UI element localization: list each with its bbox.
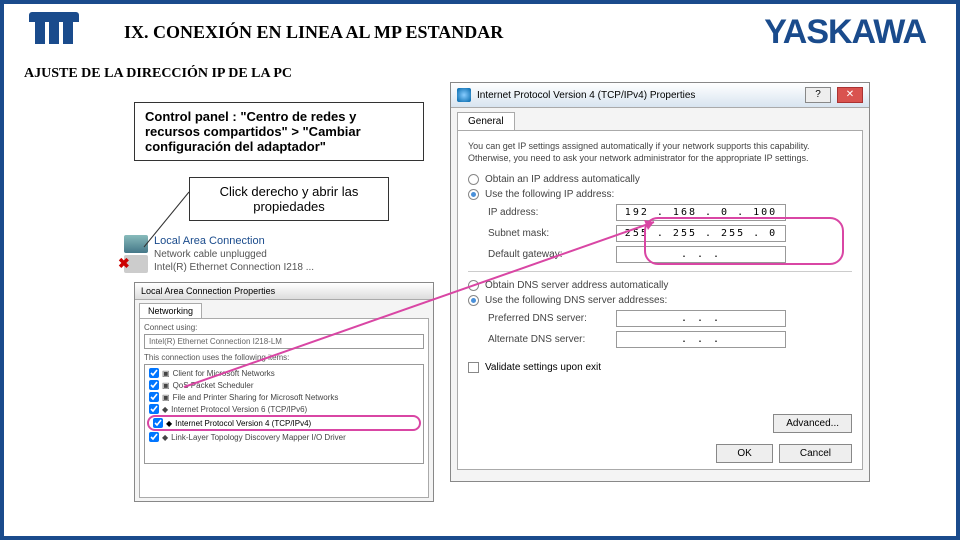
list-item-ipv4-highlighted[interactable]: ◆Internet Protocol Version 4 (TCP/IPv4): [147, 415, 421, 431]
page-subtitle: AJUSTE DE LA DIRECCIÓN IP DE LA PC: [24, 66, 956, 82]
checkbox[interactable]: [149, 392, 159, 402]
connect-using-label: Connect using:: [144, 323, 424, 332]
ok-button[interactable]: OK: [716, 444, 772, 463]
radio-icon: [468, 189, 479, 200]
items-label: This connection uses the following items…: [144, 353, 424, 362]
radio-icon: [468, 174, 479, 185]
content-area: Control panel : "Centro de redes y recur…: [4, 82, 956, 522]
disconnected-x-icon: ✖: [118, 255, 130, 272]
brand-logo: YASKAWA: [764, 13, 926, 52]
ip-fields-highlight: [644, 217, 844, 265]
gateway-label: Default gateway:: [488, 249, 608, 260]
alt-dns-input[interactable]: . . .: [616, 331, 786, 348]
tab-networking[interactable]: Networking: [139, 303, 202, 318]
checkbox[interactable]: [149, 380, 159, 390]
alt-dns-label: Alternate DNS server:: [488, 334, 608, 345]
ipv4-description: You can get IP settings assigned automat…: [468, 141, 852, 164]
tab-general[interactable]: General: [457, 112, 515, 130]
checkbox[interactable]: [153, 418, 163, 428]
list-item[interactable]: ◆Internet Protocol Version 6 (TCP/IPv6): [147, 403, 421, 415]
list-item[interactable]: ▣QoS Packet Scheduler: [147, 379, 421, 391]
lac-status: Network cable unplugged: [154, 248, 314, 261]
lac-adapter: Intel(R) Ethernet Connection I218 ...: [154, 261, 314, 274]
ip-label: IP address:: [488, 207, 608, 218]
ipv4-window-title: Internet Protocol Version 4 (TCP/IPv4) P…: [477, 90, 695, 101]
network-adapter-icon: ✖: [124, 235, 148, 273]
column-logo-icon: [24, 12, 84, 52]
pref-dns-row: Preferred DNS server: . . .: [488, 310, 852, 327]
slide-header: IX. CONEXIÓN EN LINEA AL MP ESTANDAR YAS…: [4, 4, 956, 56]
radio-icon: [468, 295, 479, 306]
click-instruction-box: Click derecho y abrir las propiedades: [189, 177, 389, 221]
list-item[interactable]: ◆Link-Layer Topology Discovery Mapper I/…: [147, 431, 421, 443]
alt-dns-row: Alternate DNS server: . . .: [488, 331, 852, 348]
radio-obtain-dns-auto[interactable]: Obtain DNS server address automatically: [468, 280, 852, 291]
checkbox[interactable]: [149, 404, 159, 414]
pref-dns-label: Preferred DNS server:: [488, 313, 608, 324]
ipv4-titlebar: Internet Protocol Version 4 (TCP/IPv4) P…: [451, 83, 869, 108]
advanced-button[interactable]: Advanced...: [773, 414, 852, 433]
cancel-button[interactable]: Cancel: [779, 444, 852, 463]
pref-dns-input[interactable]: . . .: [616, 310, 786, 327]
validate-checkbox-row[interactable]: Validate settings upon exit: [468, 362, 852, 373]
lac-properties-window: Local Area Connection Properties Network…: [134, 282, 434, 502]
radio-use-following-dns[interactable]: Use the following DNS server addresses:: [468, 295, 852, 306]
protocol-list: ▣Client for Microsoft Networks ▣QoS Pack…: [144, 364, 424, 464]
section-title: IX. CONEXIÓN EN LINEA AL MP ESTANDAR: [124, 22, 764, 43]
checkbox-icon: [468, 362, 479, 373]
list-item[interactable]: ▣Client for Microsoft Networks: [147, 367, 421, 379]
instruction-box: Control panel : "Centro de redes y recur…: [134, 102, 424, 161]
close-button[interactable]: ✕: [837, 87, 863, 103]
radio-obtain-ip-auto[interactable]: Obtain an IP address automatically: [468, 174, 852, 185]
radio-use-following-ip[interactable]: Use the following IP address:: [468, 189, 852, 200]
checkbox[interactable]: [149, 368, 159, 378]
window-title: Local Area Connection Properties: [135, 283, 433, 300]
ipv4-properties-window: Internet Protocol Version 4 (TCP/IPv4) P…: [450, 82, 870, 482]
subnet-label: Subnet mask:: [488, 228, 608, 239]
list-item[interactable]: ▣File and Printer Sharing for Microsoft …: [147, 391, 421, 403]
help-button[interactable]: ?: [805, 87, 831, 103]
local-area-connection[interactable]: ✖ Local Area Connection Network cable un…: [124, 234, 384, 274]
checkbox[interactable]: [149, 432, 159, 442]
radio-icon: [468, 280, 479, 291]
adapter-field: Intel(R) Ethernet Connection I218-LM: [144, 334, 424, 349]
lac-title: Local Area Connection: [154, 234, 314, 248]
network-icon: [457, 88, 471, 102]
